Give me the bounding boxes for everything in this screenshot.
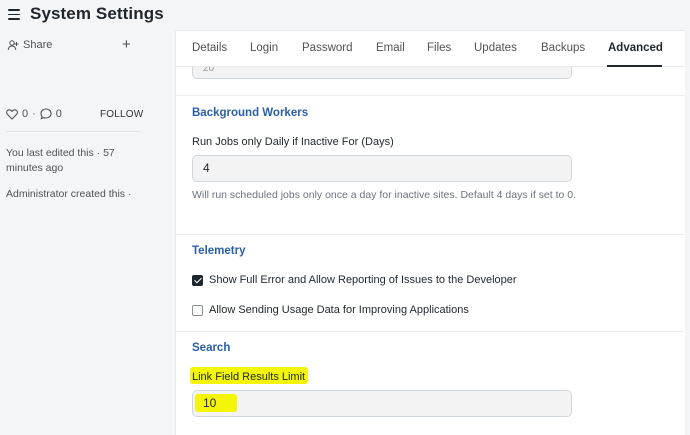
share-icon bbox=[7, 40, 19, 51]
settings-card: Details Login Password Email Files Updat… bbox=[175, 30, 690, 435]
tab-advanced[interactable]: Advanced bbox=[608, 42, 663, 54]
likes-count: 0 bbox=[22, 108, 29, 120]
usage-data-checkbox[interactable]: Allow Sending Usage Data for Improving A… bbox=[192, 304, 469, 316]
separator-dot: · bbox=[32, 108, 36, 120]
tab-bar: Details Login Password Email Files Updat… bbox=[176, 31, 690, 67]
usage-data-label: Allow Sending Usage Data for Improving A… bbox=[209, 304, 469, 316]
link-field-limit-label: Link Field Results Limit bbox=[192, 371, 306, 383]
share-label: Share bbox=[23, 39, 53, 51]
page-title: System Settings bbox=[30, 4, 164, 23]
share-button[interactable]: Share bbox=[7, 39, 52, 51]
page-edge bbox=[685, 30, 690, 435]
tab-backups[interactable]: Backups bbox=[541, 42, 585, 54]
section-divider bbox=[176, 234, 690, 235]
tab-details[interactable]: Details bbox=[192, 42, 227, 54]
likes-comments: 0 · 0 bbox=[6, 108, 62, 120]
run-jobs-label: Run Jobs only Daily if Inactive For (Day… bbox=[192, 136, 394, 148]
tab-updates[interactable]: Updates bbox=[474, 42, 517, 54]
follow-button[interactable]: FOLLOW bbox=[100, 109, 143, 120]
created-by-text: Administrator created this · bbox=[6, 188, 132, 200]
section-title-telemetry: Telemetry bbox=[192, 245, 246, 257]
heart-icon[interactable] bbox=[6, 108, 18, 120]
tab-password[interactable]: Password bbox=[302, 42, 353, 54]
link-field-limit-value: 10 bbox=[203, 396, 217, 410]
last-edited-text: You last edited this · 57 minutes ago bbox=[6, 147, 115, 174]
comment-icon[interactable] bbox=[40, 108, 52, 120]
partial-input-field[interactable]: 20 bbox=[192, 67, 572, 79]
link-field-limit-input[interactable] bbox=[192, 390, 572, 417]
section-divider bbox=[176, 95, 690, 96]
section-title-background-workers: Background Workers bbox=[192, 107, 309, 119]
section-title-search: Search bbox=[192, 342, 231, 354]
tab-files[interactable]: Files bbox=[427, 42, 451, 54]
comments-count: 0 bbox=[55, 108, 62, 120]
run-jobs-help-text: Will run scheduled jobs only once a day … bbox=[192, 189, 577, 201]
checkbox-checked-icon[interactable] bbox=[192, 274, 203, 286]
add-share-icon[interactable]: + bbox=[122, 36, 131, 53]
show-full-error-checkbox[interactable]: Show Full Error and Allow Reporting of I… bbox=[192, 274, 517, 286]
tab-login[interactable]: Login bbox=[250, 42, 278, 54]
active-tab-indicator bbox=[607, 65, 662, 67]
tab-email[interactable]: Email bbox=[376, 42, 405, 54]
sidebar-divider bbox=[6, 131, 140, 132]
section-divider bbox=[176, 331, 690, 332]
run-jobs-input[interactable]: 4 bbox=[192, 155, 572, 182]
top-bar: System Settings bbox=[0, 0, 690, 30]
show-full-error-label: Show Full Error and Allow Reporting of I… bbox=[209, 274, 517, 286]
menu-icon[interactable] bbox=[8, 9, 20, 20]
checkbox-unchecked-icon[interactable] bbox=[192, 304, 203, 316]
